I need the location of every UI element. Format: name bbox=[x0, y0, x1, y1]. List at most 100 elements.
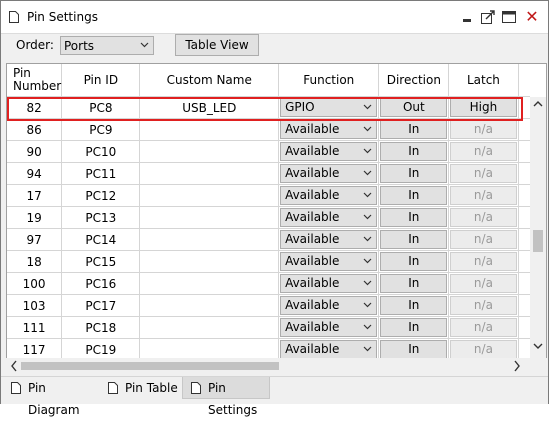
function-select[interactable]: Available bbox=[280, 274, 378, 293]
direction-button[interactable]: In bbox=[380, 340, 448, 358]
function-select[interactable]: Available bbox=[280, 142, 378, 161]
function-cell: Available bbox=[278, 184, 380, 207]
function-select[interactable]: Available bbox=[280, 340, 378, 358]
scroll-right-icon[interactable] bbox=[513, 360, 521, 372]
custom-name-cell[interactable]: USB_LED bbox=[139, 96, 280, 119]
vertical-scrollbar[interactable] bbox=[530, 97, 546, 358]
tab-pin-diagram[interactable]: Pin Diagram bbox=[3, 377, 97, 417]
column-header-pin-number[interactable]: Pin Number bbox=[7, 64, 63, 97]
tab-label: Pin Diagram bbox=[28, 381, 80, 417]
latch-cell: n/a bbox=[448, 206, 519, 229]
function-value: Available bbox=[285, 232, 340, 246]
function-select[interactable]: GPIO bbox=[280, 98, 378, 117]
custom-name-cell[interactable] bbox=[139, 206, 280, 229]
custom-name-cell[interactable] bbox=[139, 118, 280, 141]
function-select[interactable]: Available bbox=[280, 208, 378, 227]
table-row[interactable]: 100 PC16 Available In n/a bbox=[7, 272, 530, 295]
float-window-icon[interactable] bbox=[480, 9, 496, 25]
table-row[interactable]: 82 PC8 USB_LED GPIO Out High bbox=[7, 96, 530, 119]
maximize-icon[interactable] bbox=[501, 9, 517, 25]
column-header-function[interactable]: Function bbox=[278, 64, 380, 97]
scroll-down-icon[interactable] bbox=[533, 342, 543, 350]
custom-name-cell[interactable] bbox=[139, 338, 280, 358]
horizontal-scrollbar[interactable] bbox=[6, 358, 547, 374]
direction-button[interactable]: In bbox=[380, 142, 448, 161]
function-select[interactable]: Available bbox=[280, 296, 378, 315]
table-row[interactable]: 19 PC13 Available In n/a bbox=[7, 206, 530, 229]
direction-button[interactable]: In bbox=[380, 274, 448, 293]
table-row[interactable]: 103 PC17 Available In n/a bbox=[7, 294, 530, 317]
function-select[interactable]: Available bbox=[280, 252, 378, 271]
latch-button: n/a bbox=[450, 208, 517, 227]
function-cell: Available bbox=[278, 206, 380, 229]
bottom-tab-bar: Pin Diagram Pin Table Pin Settings bbox=[1, 376, 548, 417]
chevron-down-icon bbox=[364, 126, 372, 132]
table-row[interactable]: 90 PC10 Available In n/a bbox=[7, 140, 530, 163]
chevron-down-icon bbox=[140, 42, 149, 48]
column-header-direction[interactable]: Direction bbox=[378, 64, 450, 97]
column-header-pin-id[interactable]: Pin ID bbox=[61, 64, 141, 97]
column-header-custom-name[interactable]: Custom Name bbox=[139, 64, 280, 97]
custom-name-cell[interactable] bbox=[139, 140, 280, 163]
title-bar: Pin Settings ✕ bbox=[1, 1, 548, 34]
pin-number-cell: 19 bbox=[7, 206, 63, 229]
tab-pin-table[interactable]: Pin Table bbox=[100, 377, 178, 399]
vertical-scroll-thumb[interactable] bbox=[533, 230, 543, 252]
function-value: Available bbox=[285, 254, 340, 268]
function-select[interactable]: Available bbox=[280, 186, 378, 205]
scroll-left-icon[interactable] bbox=[10, 360, 18, 372]
function-select[interactable]: Available bbox=[280, 318, 378, 337]
direction-button[interactable]: In bbox=[380, 120, 448, 139]
column-header-latch[interactable]: Latch bbox=[448, 64, 519, 97]
custom-name-cell[interactable] bbox=[139, 228, 280, 251]
table-row[interactable]: 86 PC9 Available In n/a bbox=[7, 118, 530, 141]
close-icon[interactable]: ✕ bbox=[524, 9, 540, 25]
custom-name-cell[interactable] bbox=[139, 162, 280, 185]
direction-button[interactable]: In bbox=[380, 186, 448, 205]
minimize-icon[interactable] bbox=[459, 9, 475, 25]
table-row[interactable]: 18 PC15 Available In n/a bbox=[7, 250, 530, 273]
table-row[interactable]: 117 PC19 Available In n/a bbox=[7, 338, 530, 358]
latch-cell: n/a bbox=[448, 272, 519, 295]
document-icon bbox=[108, 382, 118, 394]
horizontal-scroll-thumb[interactable] bbox=[21, 362, 279, 370]
pin-id-cell: PC15 bbox=[61, 250, 141, 273]
document-icon bbox=[191, 382, 201, 394]
custom-name-cell[interactable] bbox=[139, 294, 280, 317]
direction-button[interactable]: In bbox=[380, 296, 448, 315]
order-select[interactable]: Ports bbox=[60, 36, 154, 55]
overflow-cell bbox=[518, 316, 530, 339]
function-value: Available bbox=[285, 320, 340, 334]
latch-cell: n/a bbox=[448, 250, 519, 273]
table-view-button[interactable]: Table View bbox=[175, 34, 259, 56]
direction-button[interactable]: In bbox=[380, 208, 448, 227]
tab-pin-settings[interactable]: Pin Settings bbox=[182, 377, 270, 417]
custom-name-cell[interactable] bbox=[139, 184, 280, 207]
custom-name-cell[interactable] bbox=[139, 250, 280, 273]
pin-id-cell: PC16 bbox=[61, 272, 141, 295]
table-row[interactable]: 97 PC14 Available In n/a bbox=[7, 228, 530, 251]
custom-name-cell[interactable] bbox=[139, 316, 280, 339]
direction-button[interactable]: In bbox=[380, 164, 448, 183]
scroll-up-icon[interactable] bbox=[533, 100, 543, 108]
latch-button[interactable]: High bbox=[450, 98, 517, 117]
function-select[interactable]: Available bbox=[280, 120, 378, 139]
direction-cell: Out bbox=[378, 96, 450, 119]
custom-name-cell[interactable] bbox=[139, 272, 280, 295]
direction-button[interactable]: In bbox=[380, 318, 448, 337]
chevron-down-icon bbox=[364, 170, 372, 176]
table-row[interactable]: 94 PC11 Available In n/a bbox=[7, 162, 530, 185]
table-row[interactable]: 17 PC12 Available In n/a bbox=[7, 184, 530, 207]
pin-id-cell: PC9 bbox=[61, 118, 141, 141]
direction-button[interactable]: Out bbox=[380, 98, 448, 117]
direction-button[interactable]: In bbox=[380, 230, 448, 249]
pin-number-cell: 103 bbox=[7, 294, 63, 317]
overflow-cell bbox=[518, 184, 530, 207]
direction-cell: In bbox=[378, 250, 450, 273]
function-select[interactable]: Available bbox=[280, 164, 378, 183]
function-select[interactable]: Available bbox=[280, 230, 378, 249]
order-select-value: Ports bbox=[64, 39, 95, 53]
pin-number-cell: 82 bbox=[7, 96, 63, 119]
direction-button[interactable]: In bbox=[380, 252, 448, 271]
table-row[interactable]: 111 PC18 Available In n/a bbox=[7, 316, 530, 339]
